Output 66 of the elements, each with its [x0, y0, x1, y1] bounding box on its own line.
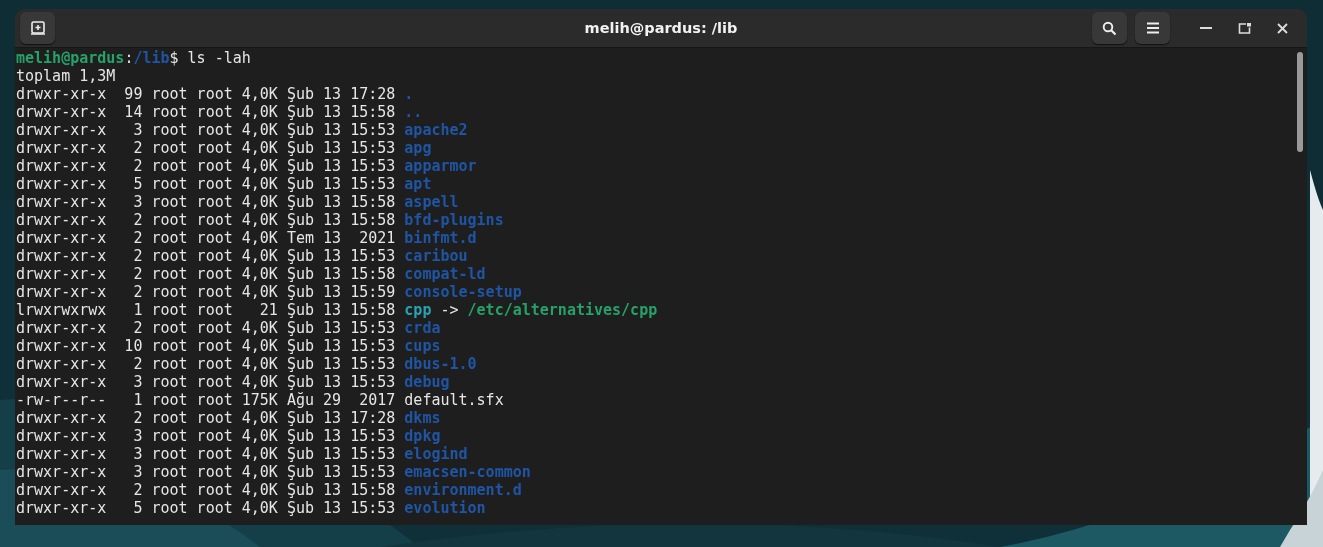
file-details: drwxr-xr-x 14 root root 4,0K Şub 13 15:58	[16, 103, 396, 121]
search-button[interactable]	[1092, 12, 1127, 44]
file-details: drwxr-xr-x 3 root root 4,0K Şub 13 15:53	[16, 121, 396, 139]
close-icon	[1276, 22, 1288, 34]
file-details: drwxr-xr-x 5 root root 4,0K Şub 13 15:53	[16, 175, 396, 193]
directory-name: ..	[404, 103, 423, 121]
directory-name: .	[404, 85, 414, 103]
file-details: drwxr-xr-x 3 root root 4,0K Şub 13 15:53	[16, 427, 396, 445]
directory-name: aspell	[404, 193, 459, 211]
directory-name: dpkg	[404, 427, 441, 445]
file-details: drwxr-xr-x 2 root root 4,0K Şub 13 15:53	[16, 247, 396, 265]
file-details: drwxr-xr-x 99 root root 4,0K Şub 13 17:28	[16, 85, 396, 103]
maximize-icon	[1237, 22, 1251, 34]
new-tab-button[interactable]	[20, 12, 55, 44]
prompt-separator: :	[124, 49, 134, 67]
file-details: drwxr-xr-x 2 root root 4,0K Şub 13 15:59	[16, 283, 396, 301]
symlink-name: cpp	[404, 301, 432, 319]
file-details: drwxr-xr-x 3 root root 4,0K Şub 13 15:53	[16, 373, 396, 391]
minimize-icon	[1200, 27, 1212, 29]
prompt-path: /lib	[133, 49, 170, 67]
directory-name: apparmor	[404, 157, 477, 175]
directory-name: caribou	[404, 247, 468, 265]
search-icon	[1102, 20, 1117, 36]
command-text: $ ls -lah	[169, 49, 251, 67]
directory-name: apg	[404, 139, 432, 157]
link-arrow: ->	[440, 301, 459, 319]
link-target: /etc/alternatives/cpp	[467, 301, 658, 319]
file-details: drwxr-xr-x 3 root root 4,0K Şub 13 15:58	[16, 193, 396, 211]
file-details: drwxr-xr-x 2 root root 4,0K Şub 13 15:58	[16, 265, 396, 283]
scrollbar-thumb[interactable]	[1297, 52, 1303, 152]
directory-name: crda	[404, 319, 441, 337]
directory-name: binfmt.d	[404, 229, 477, 247]
directory-name: dbus-1.0	[404, 355, 477, 373]
new-tab-icon	[29, 20, 46, 36]
directory-name: cups	[404, 337, 441, 355]
total-size-text: toplam 1,3M	[16, 67, 116, 85]
directory-name: dkms	[404, 409, 441, 427]
file-details: drwxr-xr-x 2 root root 4,0K Şub 13 15:53	[16, 139, 396, 157]
file-details: drwxr-xr-x 2 root root 4,0K Şub 13 15:58	[16, 481, 396, 499]
file-details: lrwxrwxrwx 1 root root 21 Şub 13 15:58	[16, 301, 396, 319]
directory-name: compat-ld	[404, 265, 486, 283]
file-details: drwxr-xr-x 2 root root 4,0K Şub 13 17:28	[16, 409, 396, 427]
file-details: drwxr-xr-x 2 root root 4,0K Tem 13 2021	[16, 229, 396, 247]
directory-name: evolution	[404, 499, 486, 517]
menu-icon	[1146, 22, 1159, 34]
prompt-user-host: melih@pardus	[16, 49, 125, 67]
window-title: melih@pardus: /lib	[584, 20, 738, 36]
directory-name: console-setup	[404, 283, 522, 301]
file-details: drwxr-xr-x 3 root root 4,0K Şub 13 15:53	[16, 463, 396, 481]
file-details: drwxr-xr-x 2 root root 4,0K Şub 13 15:53	[16, 355, 396, 373]
file-name: default.sfx	[404, 391, 504, 409]
file-details: drwxr-xr-x 2 root root 4,0K Şub 13 15:53	[16, 319, 396, 337]
directory-name: emacsen-common	[404, 463, 531, 481]
directory-name: debug	[404, 373, 450, 391]
directory-name: elogind	[404, 445, 468, 463]
file-details: drwxr-xr-x 5 root root 4,0K Şub 13 15:53	[16, 499, 396, 517]
file-details: drwxr-xr-x 2 root root 4,0K Şub 13 15:58	[16, 211, 396, 229]
directory-name: apache2	[404, 121, 468, 139]
file-details: drwxr-xr-x 3 root root 4,0K Şub 13 15:53	[16, 445, 396, 463]
directory-name: environment.d	[404, 481, 522, 499]
directory-name: bfd-plugins	[404, 211, 504, 229]
menu-button[interactable]	[1135, 12, 1170, 44]
file-details: drwxr-xr-x 2 root root 4,0K Şub 13 15:53	[16, 157, 396, 175]
file-details: -rw-r--r-- 1 root root 175K Ağu 29 2017	[16, 391, 396, 409]
directory-name: apt	[404, 175, 432, 193]
file-details: drwxr-xr-x 10 root root 4,0K Şub 13 15:53	[16, 337, 396, 355]
